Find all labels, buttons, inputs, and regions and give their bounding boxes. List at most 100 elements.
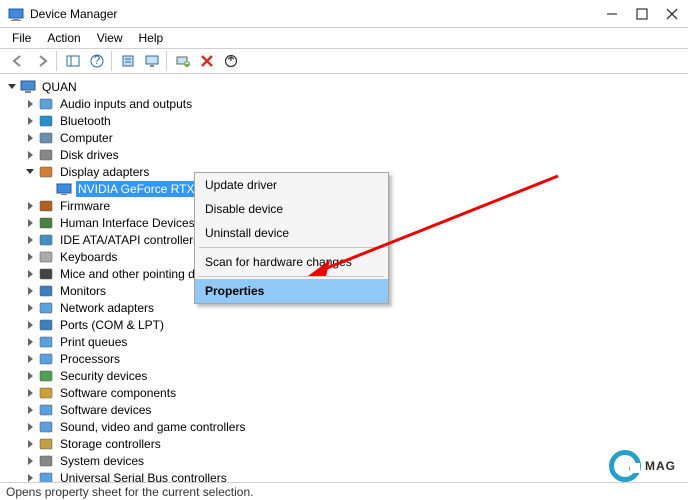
ctx-properties[interactable]: Properties: [195, 279, 388, 303]
tree-category-label: Storage controllers: [58, 436, 163, 452]
chevron-icon[interactable]: [28, 355, 33, 363]
tree-category[interactable]: Storage controllers: [6, 435, 682, 452]
minimize-button[interactable]: [606, 8, 618, 20]
chevron-icon[interactable]: [28, 117, 33, 125]
tree-category[interactable]: Sound, video and game controllers: [6, 418, 682, 435]
category-icon: [38, 198, 54, 214]
tree-category[interactable]: Ports (COM & LPT): [6, 316, 682, 333]
chevron-icon[interactable]: [28, 474, 33, 482]
tree-category[interactable]: Security devices: [6, 367, 682, 384]
title-bar: Device Manager: [0, 0, 688, 28]
chevron-icon[interactable]: [28, 236, 33, 244]
forward-button[interactable]: [31, 50, 53, 72]
tree-category-label: Bluetooth: [58, 113, 113, 129]
tree-root-label: QUAN: [40, 79, 79, 95]
menu-help[interactable]: Help: [131, 29, 172, 47]
show-hide-tree-button[interactable]: [62, 50, 84, 72]
category-icon: [38, 334, 54, 350]
chevron-icon[interactable]: [28, 406, 33, 414]
tree-category-label: IDE ATA/ATAPI controllers: [58, 232, 201, 248]
uninstall-icon[interactable]: [196, 50, 218, 72]
chevron-icon[interactable]: [28, 270, 33, 278]
ctx-uninstall-device[interactable]: Uninstall device: [195, 221, 388, 245]
tree-category-label: Universal Serial Bus controllers: [58, 470, 229, 483]
computer-icon: [20, 79, 36, 95]
category-icon: [38, 164, 54, 180]
chevron-icon[interactable]: [28, 304, 33, 312]
tree-category[interactable]: Print queues: [6, 333, 682, 350]
tree-category-label: Disk drives: [58, 147, 121, 163]
category-icon: [38, 402, 54, 418]
scan-icon[interactable]: [172, 50, 194, 72]
tree-category-label: Processors: [58, 351, 122, 367]
tree-category[interactable]: Bluetooth: [6, 112, 682, 129]
monitor-button[interactable]: [141, 50, 163, 72]
tree-category[interactable]: Software devices: [6, 401, 682, 418]
category-icon: [38, 385, 54, 401]
chevron-icon[interactable]: [28, 372, 33, 380]
watermark-logo: MAG: [609, 450, 676, 482]
status-text: Opens property sheet for the current sel…: [6, 485, 253, 499]
tree-category[interactable]: Computer: [6, 129, 682, 146]
tree-category-label: Security devices: [58, 368, 149, 384]
tree-category-label: Mice and other pointing de: [58, 266, 203, 282]
tree-category[interactable]: Universal Serial Bus controllers: [6, 469, 682, 482]
chevron-icon[interactable]: [28, 219, 33, 227]
ctx-update-driver[interactable]: Update driver: [195, 173, 388, 197]
tree-category-label: Network adapters: [58, 300, 156, 316]
tree-category-label: Audio inputs and outputs: [58, 96, 194, 112]
category-icon: [38, 113, 54, 129]
update-icon[interactable]: [220, 50, 242, 72]
tree-category-label: Computer: [58, 130, 115, 146]
menu-action[interactable]: Action: [39, 29, 88, 47]
chevron-icon[interactable]: [28, 287, 33, 295]
tree-category[interactable]: Software components: [6, 384, 682, 401]
back-button[interactable]: [7, 50, 29, 72]
tree-category[interactable]: Disk drives: [6, 146, 682, 163]
tree-category-label: Ports (COM & LPT): [58, 317, 166, 333]
tree-root[interactable]: QUAN: [6, 78, 682, 95]
maximize-button[interactable]: [636, 8, 648, 20]
chevron-icon[interactable]: [28, 134, 33, 142]
tree-category[interactable]: Processors: [6, 350, 682, 367]
menu-file[interactable]: File: [4, 29, 39, 47]
tree-category-label: Keyboards: [58, 249, 119, 265]
close-button[interactable]: [666, 8, 678, 20]
chevron-icon[interactable]: [28, 457, 33, 465]
category-icon: [38, 130, 54, 146]
category-icon: [38, 470, 54, 483]
category-icon: [38, 453, 54, 469]
category-icon: [38, 96, 54, 112]
chevron-icon[interactable]: [28, 338, 33, 346]
ctx-separator: [199, 276, 384, 277]
tree-category[interactable]: System devices: [6, 452, 682, 469]
menu-view[interactable]: View: [89, 29, 131, 47]
chevron-icon[interactable]: [28, 253, 33, 261]
help-button[interactable]: ?: [86, 50, 108, 72]
chevron-icon[interactable]: [28, 151, 33, 159]
tree-category[interactable]: Audio inputs and outputs: [6, 95, 682, 112]
chevron-icon[interactable]: [28, 100, 33, 108]
properties-button[interactable]: [117, 50, 139, 72]
tree-category-label: Monitors: [58, 283, 108, 299]
ctx-scan-hardware[interactable]: Scan for hardware changes: [195, 250, 388, 274]
tree-category-label: Display adapters: [58, 164, 151, 180]
chevron-icon[interactable]: [28, 389, 33, 397]
ctx-disable-device[interactable]: Disable device: [195, 197, 388, 221]
chevron-icon[interactable]: [28, 423, 33, 431]
context-menu: Update driver Disable device Uninstall d…: [194, 172, 389, 304]
category-icon: [38, 436, 54, 452]
category-icon: [38, 147, 54, 163]
window-controls: [606, 8, 678, 20]
tree-category-label: System devices: [58, 453, 146, 469]
tree-category-label: Sound, video and game controllers: [58, 419, 247, 435]
chevron-icon[interactable]: [28, 440, 33, 448]
chevron-icon[interactable]: [28, 321, 33, 329]
category-icon: [38, 300, 54, 316]
chevron-icon[interactable]: [26, 169, 34, 174]
tree-category-label: Human Interface Devices: [58, 215, 197, 231]
category-icon: [38, 232, 54, 248]
chevron-down-icon[interactable]: [8, 84, 16, 89]
chevron-icon[interactable]: [28, 202, 33, 210]
category-icon: [38, 249, 54, 265]
